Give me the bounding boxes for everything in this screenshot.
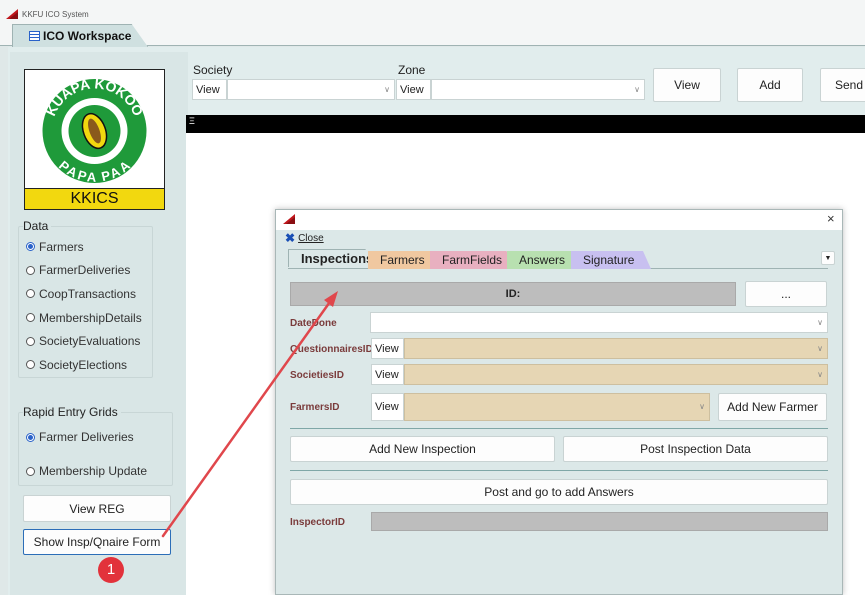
chevron-down-icon: ∨ — [817, 318, 823, 327]
add-new-inspection-button[interactable]: Add New Inspection — [290, 436, 555, 462]
close-x-icon: ✖ — [285, 231, 296, 245]
tab-inspections[interactable]: Inspections — [288, 249, 374, 267]
radio-label: CoopTransactions — [39, 286, 136, 301]
chevron-down-icon: ∨ — [817, 370, 823, 379]
chevron-down-icon: ∨ — [384, 85, 390, 94]
id-field: ID: — [290, 282, 736, 306]
society-view-button[interactable]: View — [192, 79, 227, 100]
window-titlebar: KKFU ICO System — [0, 0, 865, 24]
grid-marker: Ξ — [189, 116, 195, 126]
radio-icon — [26, 336, 35, 346]
tab-farmers[interactable]: Farmers — [368, 251, 438, 269]
view-reg-button[interactable]: View REG — [23, 495, 171, 522]
radio-selected-icon — [26, 432, 35, 442]
radio-societyevaluations[interactable]: SocietyEvaluations — [26, 329, 156, 353]
radio-icon — [26, 466, 35, 476]
divider — [290, 470, 828, 471]
tab-label: ICO Workspace — [43, 29, 132, 43]
chevron-down-icon: ∨ — [699, 402, 705, 411]
farmersid-combo[interactable]: ∨ — [404, 393, 710, 421]
radio-farmer-deliveries[interactable]: Farmer Deliveries — [26, 430, 134, 444]
radio-membershipdetails[interactable]: MembershipDetails — [26, 306, 156, 330]
zone-combo[interactable]: ∨ — [431, 79, 645, 100]
app-logo-icon — [283, 214, 295, 224]
post-and-add-answers-button[interactable]: Post and go to add Answers — [290, 479, 828, 505]
close-button[interactable]: ✖ Close — [285, 231, 324, 245]
send-button[interactable]: Send U — [820, 68, 865, 102]
radio-selected-icon — [26, 242, 35, 252]
data-radio-list: Farmers FarmerDeliveries CoopTransaction… — [26, 235, 156, 377]
radio-label: Farmer Deliveries — [39, 430, 134, 444]
window-title: KKFU ICO System — [22, 10, 89, 19]
lookup-button[interactable]: ... — [745, 281, 827, 307]
radio-label: MembershipDetails — [39, 310, 142, 325]
radio-cooptransactions[interactable]: CoopTransactions — [26, 282, 156, 306]
tab-signature[interactable]: Signature — [571, 251, 651, 269]
radio-icon — [26, 313, 35, 323]
chevron-down-icon: ∨ — [634, 85, 640, 94]
zone-label: Zone — [398, 63, 426, 77]
add-new-farmer-button[interactable]: Add New Farmer — [718, 393, 827, 421]
tab-answers[interactable]: Answers — [507, 251, 579, 269]
view-button[interactable]: View — [653, 68, 721, 102]
farmers-view-button[interactable]: View — [371, 393, 404, 421]
logo-caption: KKICS — [24, 188, 165, 210]
radio-farmers[interactable]: Farmers — [26, 235, 156, 259]
tab-farmfields[interactable]: FarmFields — [430, 251, 515, 269]
radio-membership-update[interactable]: Membership Update — [26, 464, 147, 478]
inspectorid-label: InspectorID — [290, 517, 346, 528]
societiesid-label: SocietiesID — [290, 370, 344, 381]
radio-icon — [26, 265, 35, 275]
inspectorid-field — [371, 512, 828, 531]
societiesid-combo[interactable]: ∨ — [404, 364, 828, 385]
tab-ico-workspace[interactable]: ICO Workspace — [12, 24, 148, 47]
questionnairesid-label: QuestionnairesID — [290, 344, 373, 355]
datedone-label: DateDone — [290, 318, 337, 329]
radio-label: Membership Update — [39, 464, 148, 478]
dialog-close-icon[interactable]: × — [827, 211, 835, 226]
show-insp-qnaire-form-button[interactable]: Show Insp/Qnaire Form — [23, 529, 171, 555]
kuapa-kokoo-emblem: KUAPA KOKOO PAPA PAA — [42, 75, 146, 185]
rapid-entry-title: Rapid Entry Grids — [23, 405, 121, 419]
step-badge: 1 — [98, 557, 124, 583]
radio-icon — [26, 360, 35, 370]
dialog-titlebar — [276, 210, 842, 230]
tab-menu-dropdown[interactable]: ▼ — [821, 251, 835, 265]
data-group-title: Data — [23, 219, 52, 233]
radio-label: SocietyElections — [39, 357, 128, 372]
radio-label: SocietyEvaluations — [39, 334, 141, 349]
radio-icon — [26, 289, 35, 299]
close-label: Close — [298, 232, 324, 244]
questionnaires-view-button[interactable]: View — [371, 338, 404, 359]
grid-header-bar — [186, 115, 865, 133]
radio-label: FarmerDeliveries — [39, 263, 131, 278]
societies-view-button[interactable]: View — [371, 364, 404, 385]
divider — [290, 428, 828, 429]
zone-view-button[interactable]: View — [396, 79, 431, 100]
farmersid-label: FarmersID — [290, 402, 340, 413]
chevron-down-icon: ∨ — [817, 344, 823, 353]
add-button[interactable]: Add — [737, 68, 803, 102]
form-icon — [29, 31, 40, 41]
app-logo-icon — [6, 9, 18, 19]
radio-societyelections[interactable]: SocietyElections — [26, 353, 156, 377]
post-inspection-data-button[interactable]: Post Inspection Data — [563, 436, 828, 462]
society-combo[interactable]: ∨ — [227, 79, 395, 100]
datedone-field[interactable]: ∨ — [370, 312, 828, 333]
radio-label: Farmers — [39, 239, 84, 254]
questionnairesid-combo[interactable]: ∨ — [404, 338, 828, 359]
radio-farmerdeliveries[interactable]: FarmerDeliveries — [26, 259, 156, 283]
society-label: Society — [193, 63, 233, 77]
